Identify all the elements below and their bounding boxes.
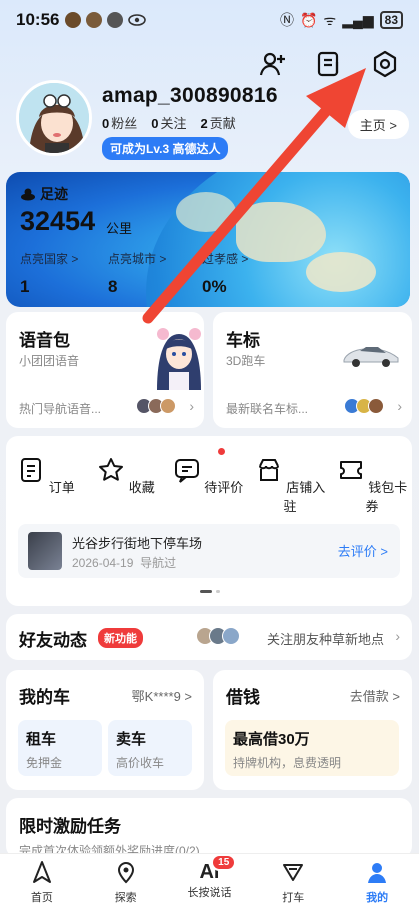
voice-pack-card[interactable]: 语音包 小团团语音 热门导航语音... › <box>6 312 204 428</box>
ticket-icon <box>339 461 362 479</box>
review-date: 2026-04-19 导航过 <box>72 556 177 570</box>
anime-girl-icon <box>157 328 201 390</box>
review-prompt-row[interactable]: 光谷步行街地下停车场 2026-04-19 导航过 去评价 > <box>18 524 400 578</box>
tasks-card[interactable]: 限时激励任务 完成首次体验领额外奖励进度(0/2) <box>6 798 412 858</box>
car-logo-card[interactable]: 车标 3D跑车 最新联名车标... › <box>213 312 412 428</box>
wallet-item[interactable]: 钱包卡券 <box>332 456 412 515</box>
review-dot-badge <box>218 448 225 455</box>
home-page-button[interactable]: 主页 > <box>347 110 409 139</box>
username: amap_300890816 <box>102 84 278 107</box>
orders-card: 订单 收藏 待评价 店铺入驻 钱包卡券 光谷步行街地下停车场 2026-04-1… <box>6 436 412 606</box>
loan-title: 借钱 <box>226 688 260 707</box>
friends-avatars <box>196 627 240 645</box>
footprint-icon <box>21 188 35 201</box>
follow-stat[interactable]: 0 关注 <box>151 113 186 132</box>
parking-thumbnail <box>28 532 62 570</box>
sell-car-tile[interactable]: 卖车 高价收车 <box>108 720 192 776</box>
tasks-title: 限时激励任务 <box>19 817 121 836</box>
sports-car-icon <box>343 347 399 367</box>
car-logo-title: 车标 <box>226 331 260 350</box>
page-indicator <box>200 590 220 593</box>
bottom-nav: 首页 探索 Ai 长按说话 15 打车 我的 <box>0 853 419 907</box>
my-car-card[interactable]: 我的车 鄂K****9 > 租车 免押金 卖车 高价收车 <box>6 670 204 790</box>
voice-pack-avatars <box>136 398 176 414</box>
avatar-girl-icon <box>19 83 89 153</box>
battery-indicator: 83 <box>379 11 403 29</box>
store-icon <box>258 459 279 481</box>
friends-hint: 关注朋友种草新地点 <box>266 632 384 647</box>
footprint-card[interactable]: 足迹 32454 公里 点亮国家 > 1 点亮城市 > 8 过孝感 > 0% <box>6 172 410 307</box>
status-time: 10:56 <box>16 10 60 29</box>
system-icons: Ⓝ ⏰ ᯤ ▂▄▆ 83 <box>280 10 403 30</box>
tab-explore[interactable]: 探索 <box>84 854 168 907</box>
tab-mine[interactable]: 我的 <box>335 854 419 907</box>
car-plate[interactable]: 鄂K****9 > <box>132 686 192 705</box>
top-actions <box>259 50 399 78</box>
nfc-icon: Ⓝ <box>279 12 294 28</box>
friends-title: 好友动态 <box>19 631 87 650</box>
signal-icon: ▂▄▆ <box>342 11 374 28</box>
star-icon <box>99 458 124 481</box>
footprint-title: 足迹 <box>20 184 68 204</box>
chevron-right-icon: › <box>397 398 402 414</box>
eye-icon <box>128 14 147 26</box>
level-badge[interactable]: 可成为Lv.3 高德达人 <box>102 137 229 160</box>
tab-home[interactable]: 首页 <box>0 854 84 907</box>
tab-taxi[interactable]: 打车 <box>251 854 335 907</box>
third-stat[interactable]: 过孝感 > 0% <box>202 250 248 297</box>
add-friend-icon[interactable] <box>259 50 287 78</box>
go-loan-link[interactable]: 去借款 > <box>350 686 400 705</box>
friends-activity-card[interactable]: 好友动态 新功能 关注朋友种草新地点 › <box>6 614 412 660</box>
footprint-distance: 32454 <box>20 206 96 236</box>
fans-stat[interactable]: 0 粉丝 <box>102 113 137 132</box>
status-bar: 10:56 Ⓝ ⏰ ᯤ ▂▄▆ 83 <box>0 0 419 40</box>
loan-tile[interactable]: 最高借30万 持牌机构，息费透明 <box>225 720 399 776</box>
chevron-right-icon: › <box>395 628 400 644</box>
store-register-item[interactable]: 店铺入驻 <box>250 456 330 515</box>
person-icon <box>368 863 387 883</box>
profile-stats: 0 粉丝 0 关注 2 贡献 <box>102 113 236 132</box>
go-review-button[interactable]: 去评价 > <box>338 541 388 560</box>
favorites-item[interactable]: 收藏 <box>86 456 166 496</box>
my-car-title: 我的车 <box>19 688 70 707</box>
review-chat-icon <box>174 459 199 483</box>
loan-card[interactable]: 借钱 去借款 > 最高借30万 持牌机构，息费透明 <box>213 670 412 790</box>
car-logo-footer: 最新联名车标... <box>226 402 309 416</box>
review-place-title: 光谷步行街地下停车场 <box>72 536 203 551</box>
new-feature-badge: 新功能 <box>98 628 143 648</box>
cities-stat[interactable]: 点亮城市 > 8 <box>108 250 166 297</box>
location-pin-icon <box>117 862 134 884</box>
ai-icon: Ai <box>199 861 220 883</box>
countries-stat[interactable]: 点亮国家 > 1 <box>20 250 78 297</box>
order-item[interactable]: 订单 <box>6 456 86 496</box>
contrib-stat[interactable]: 2 贡献 <box>201 113 236 132</box>
settings-icon[interactable] <box>371 50 399 78</box>
pending-review-item[interactable]: 待评价 <box>168 456 248 496</box>
ai-count-badge: 15 <box>211 854 237 871</box>
car-logo-subtitle: 3D跑车 <box>226 354 266 368</box>
footprint-unit: 公里 <box>106 221 133 236</box>
voice-pack-footer: 热门导航语音... <box>19 402 102 416</box>
alarm-icon: ⏰ <box>299 11 318 28</box>
wifi-icon: ᯤ <box>323 11 337 28</box>
order-list-icon <box>21 458 42 482</box>
car-logo-avatars <box>344 398 384 414</box>
rent-car-tile[interactable]: 租车 免押金 <box>18 720 102 776</box>
voice-pack-subtitle: 小团团语音 <box>19 354 80 368</box>
navigate-arrow-icon <box>32 861 51 883</box>
avatar[interactable] <box>16 80 92 156</box>
tab-voice-ai[interactable]: Ai 长按说话 15 <box>168 854 252 907</box>
notification-icons <box>65 12 147 28</box>
taxi-icon <box>283 864 304 881</box>
notes-icon[interactable] <box>315 50 343 78</box>
chevron-right-icon: › <box>189 398 194 414</box>
voice-pack-title: 语音包 <box>19 331 70 350</box>
